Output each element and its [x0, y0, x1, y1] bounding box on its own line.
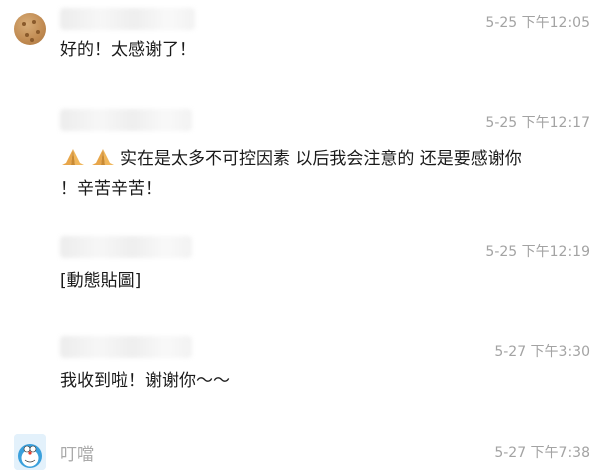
message-4: 5-27 下午3:30 我收到啦！谢谢你～～ — [0, 330, 602, 430]
message-3: 5-25 下午12:19 [動態貼圖] — [0, 230, 602, 330]
message-text: 好的！太感谢了！ — [60, 40, 196, 60]
doraemon-avatar[interactable] — [14, 434, 46, 470]
message-time: 5-25 下午12:19 — [485, 244, 590, 260]
message-text[interactable]: [動態貼圖] — [60, 265, 141, 298]
message-time: 5-25 下午12:17 — [485, 115, 590, 131]
cookie-avatar[interactable] — [14, 13, 46, 45]
message-text: 我收到啦！谢谢你～～ — [60, 371, 230, 391]
message-time: 5-27 下午7:38 — [494, 445, 590, 461]
message-5: 叮噹 5-27 下午7:38 — [0, 430, 602, 473]
sender-name-redacted — [60, 109, 192, 131]
sender-name-redacted — [60, 8, 195, 30]
message-2: 5-25 下午12:17 实在是太多不可控因素 以后我会注意的 还是要感谢你 ！… — [0, 105, 602, 230]
sender-name[interactable]: 叮噹 — [60, 440, 94, 465]
doraemon-icon — [14, 434, 46, 470]
message-text-line-1: 实在是太多不可控因素 以后我会注意的 还是要感谢你 — [60, 143, 522, 176]
sender-name-redacted — [60, 336, 192, 358]
sender-name-redacted — [60, 236, 192, 258]
message-time: 5-25 下午12:05 — [485, 15, 590, 31]
praying-hands-icon — [92, 149, 114, 165]
message-text-line-2: ！辛苦辛苦！ — [60, 179, 162, 199]
praying-hands-icon — [62, 149, 84, 165]
message-time: 5-27 下午3:30 — [494, 344, 590, 360]
message-1: 5-25 下午12:05 好的！太感谢了！ — [0, 0, 602, 105]
